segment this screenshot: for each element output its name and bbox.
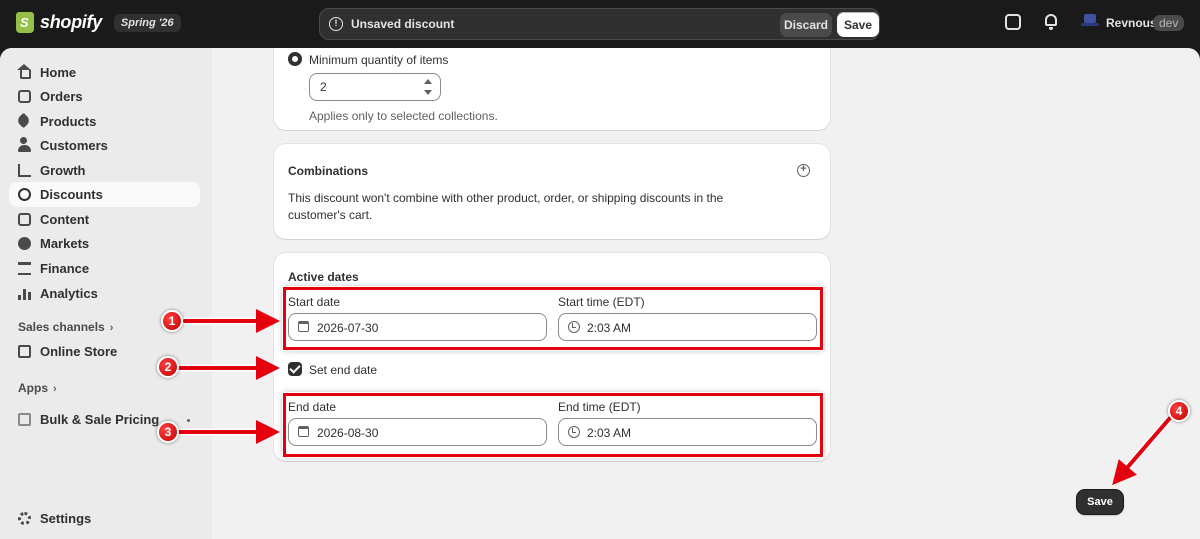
sidebar-item-growth[interactable]: Growth bbox=[9, 158, 200, 183]
combinations-description: This discount won't combine with other p… bbox=[288, 191, 724, 222]
dev-badge: dev bbox=[1153, 15, 1185, 31]
sidebar-item-label: Growth bbox=[40, 163, 86, 178]
annotation-badge-1: 1 bbox=[161, 310, 183, 332]
sales-channels-label: Sales channels bbox=[18, 320, 105, 334]
sidebar-item-analytics[interactable]: Analytics bbox=[9, 281, 200, 306]
sidebar-item-orders[interactable]: Orders bbox=[9, 84, 200, 109]
contextual-save-bar: ! Unsaved discount Discard Save bbox=[319, 8, 880, 40]
sales-channels-heading[interactable]: Sales channels › bbox=[18, 320, 113, 334]
chevron-right-icon: › bbox=[53, 383, 57, 395]
annotation-box-end bbox=[283, 393, 823, 457]
annotation-badge-2: 2 bbox=[157, 356, 179, 378]
alert-circle-icon: ! bbox=[329, 17, 343, 31]
apps-label: Apps bbox=[18, 381, 48, 395]
save-button[interactable]: Save bbox=[837, 12, 879, 37]
shopify-bag-icon bbox=[16, 12, 34, 33]
sidebar-item-label: Customers bbox=[40, 138, 108, 153]
sidebar-item-label: Online Store bbox=[40, 344, 118, 359]
shopify-logo[interactable]: shopify Spring '26 bbox=[16, 12, 181, 33]
bank-icon bbox=[18, 262, 31, 275]
sidebar-item-markets[interactable]: Markets bbox=[9, 231, 200, 256]
store-name[interactable]: Revnous bbox=[1106, 16, 1157, 30]
quantity-stepper[interactable] bbox=[422, 76, 436, 98]
sidebar-item-customers[interactable]: Customers bbox=[9, 133, 200, 158]
store-icon bbox=[18, 345, 31, 358]
sidebar-item-label: Products bbox=[40, 114, 97, 129]
apps-heading[interactable]: Apps › bbox=[18, 381, 57, 395]
sidebar-item-finance[interactable]: Finance bbox=[9, 256, 200, 281]
chevron-down-icon[interactable] bbox=[424, 90, 432, 95]
store-icon[interactable] bbox=[1005, 14, 1021, 30]
annotation-badge-3: 3 bbox=[157, 421, 179, 443]
sidebar-item-home[interactable]: Home bbox=[9, 60, 200, 85]
sidebar-item-content[interactable]: Content bbox=[9, 207, 200, 232]
sidebar-item-discounts[interactable]: Discounts bbox=[9, 182, 200, 207]
content-icon bbox=[18, 213, 31, 226]
unsaved-message: Unsaved discount bbox=[351, 17, 455, 31]
sidebar-item-label: Discounts bbox=[40, 187, 103, 202]
sidebar-item-products[interactable]: Products bbox=[9, 109, 200, 134]
sidebar-item-label: Bulk & Sale Pricing bbox=[40, 412, 160, 427]
min-quantity-radio[interactable] bbox=[288, 52, 302, 66]
chevron-right-icon: › bbox=[109, 322, 114, 334]
discard-button[interactable]: Discard bbox=[780, 13, 832, 37]
app-icon bbox=[18, 413, 31, 426]
sidebar-item-label: Home bbox=[40, 65, 77, 80]
discount-icon bbox=[18, 188, 31, 201]
combinations-title: Combinations bbox=[288, 164, 368, 178]
bar-chart-icon bbox=[18, 287, 31, 300]
more-dot-icon[interactable] bbox=[187, 419, 190, 422]
sidebar-item-label: Finance bbox=[40, 261, 90, 276]
annotation-badge-4: 4 bbox=[1168, 400, 1190, 422]
min-quantity-label: Minimum quantity of items bbox=[309, 53, 449, 67]
globe-icon bbox=[18, 237, 31, 250]
bell-icon[interactable] bbox=[1044, 14, 1058, 30]
edition-badge: Spring '26 bbox=[113, 13, 181, 32]
sidebar-item-label: Analytics bbox=[40, 286, 98, 301]
min-quantity-help: Applies only to selected collections. bbox=[309, 109, 498, 123]
sidebar-item-label: Markets bbox=[40, 236, 90, 251]
top-bar: shopify Spring '26 ! Unsaved discount Di… bbox=[0, 0, 1200, 48]
annotation-box-start bbox=[283, 287, 823, 350]
store-avatar[interactable] bbox=[1081, 14, 1099, 32]
brand-name: shopify bbox=[40, 12, 102, 32]
sidebar-item-label: Settings bbox=[40, 511, 92, 526]
active-dates-title: Active dates bbox=[288, 270, 359, 284]
sidebar-item-settings[interactable]: Settings bbox=[9, 506, 200, 531]
set-end-date-checkbox[interactable] bbox=[288, 362, 302, 376]
minimum-requirements-card: Minimum quantity of items Applies only t… bbox=[274, 48, 830, 130]
plus-circle-icon[interactable]: + bbox=[797, 164, 810, 177]
sidebar-item-label: Orders bbox=[40, 89, 83, 104]
chart-icon bbox=[18, 164, 31, 177]
tag-icon bbox=[15, 112, 32, 129]
sidebar-item-label: Content bbox=[40, 212, 90, 227]
gear-icon bbox=[18, 512, 31, 525]
chevron-up-icon[interactable] bbox=[424, 79, 432, 84]
save-bottom-button[interactable]: Save bbox=[1077, 490, 1123, 514]
inbox-icon bbox=[18, 90, 31, 103]
combinations-card: Combinations + This discount won't combi… bbox=[274, 144, 830, 239]
sidebar: Home Orders Products Customers Growth Di… bbox=[0, 48, 212, 539]
set-end-date-label[interactable]: Set end date bbox=[309, 363, 377, 377]
